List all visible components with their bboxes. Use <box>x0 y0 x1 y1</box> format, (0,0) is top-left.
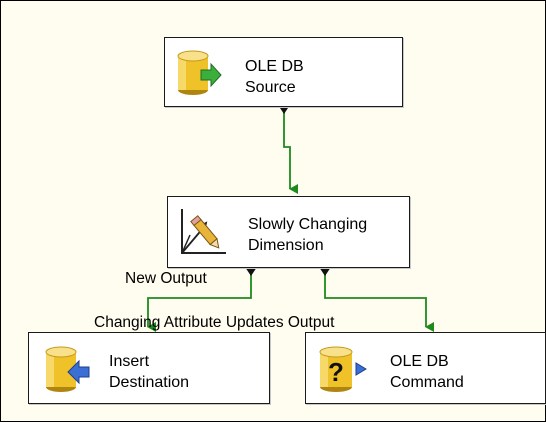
component-label: OLE DB Command <box>390 353 464 391</box>
slowly-changing-dimension-icon <box>181 209 226 254</box>
flow-path-source-to-scd[interactable] <box>283 111 298 194</box>
changing-attribute-output-label[interactable]: Changing Attribute Updates Output <box>94 314 334 332</box>
svg-text:?: ? <box>328 357 344 387</box>
insert-destination-component[interactable]: Insert Destination <box>28 332 270 404</box>
flow-path-changing-attribute-output[interactable] <box>324 273 434 332</box>
ole-db-command-component[interactable]: ? OLE DB Command <box>305 332 546 404</box>
component-label: Insert Destination <box>109 353 190 391</box>
component-label: OLE DB Source <box>245 58 304 96</box>
database-query-icon: ? <box>319 346 367 392</box>
data-flow-canvas[interactable]: OLE DB Source Slowly Changing Dimension … <box>0 0 546 422</box>
database-input-icon <box>45 346 90 392</box>
ole-db-source-component[interactable]: OLE DB Source <box>164 37 403 107</box>
component-label: Slowly Changing Dimension <box>248 216 368 254</box>
database-output-icon <box>177 50 222 95</box>
slowly-changing-dimension-component[interactable]: Slowly Changing Dimension <box>167 196 410 268</box>
new-output-label[interactable]: New Output <box>125 270 207 288</box>
